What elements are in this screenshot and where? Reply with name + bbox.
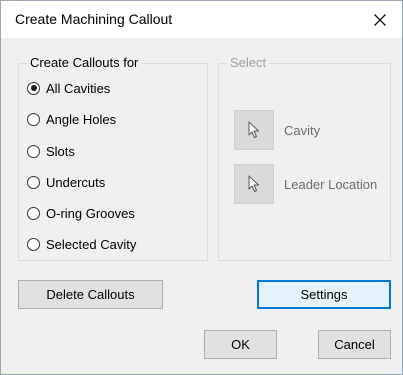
radio-label-angle-holes: Angle Holes xyxy=(46,111,117,127)
pick-cavity-label: Cavity xyxy=(284,122,321,138)
pick-cavity-button[interactable] xyxy=(234,110,274,150)
radio-label-undercuts: Undercuts xyxy=(46,174,106,190)
radio-label-o-ring-grooves: O-ring Grooves xyxy=(46,205,135,221)
radio-undercuts[interactable]: Undercuts xyxy=(27,172,105,192)
radio-button[interactable] xyxy=(27,237,40,251)
select-legend: Select xyxy=(227,55,270,71)
dialog-title: Create Machining Callout xyxy=(15,11,173,27)
radio-o-ring-grooves[interactable]: O-ring Grooves xyxy=(27,203,135,223)
pick-leader-location-button[interactable] xyxy=(234,164,274,204)
pick-leader-location-row: Leader Location xyxy=(234,164,377,204)
radio-label-slots: Slots xyxy=(46,143,75,159)
radio-angle-holes[interactable]: Angle Holes xyxy=(27,109,116,129)
ok-button[interactable]: OK xyxy=(204,330,277,359)
select-group: Select Cavity Leader Location xyxy=(218,55,391,261)
radio-slots[interactable]: Slots xyxy=(27,141,75,161)
radio-button[interactable] xyxy=(27,112,40,126)
settings-button[interactable]: Settings xyxy=(257,280,391,309)
delete-callouts-button[interactable]: Delete Callouts xyxy=(18,280,163,309)
create-callouts-group: Create Callouts for All Cavities Angle H… xyxy=(18,55,208,261)
create-callouts-legend: Create Callouts for xyxy=(27,55,142,71)
radio-label-selected-cavity: Selected Cavity xyxy=(46,236,137,252)
pick-leader-location-label: Leader Location xyxy=(284,176,378,192)
radio-selected-cavity[interactable]: Selected Cavity xyxy=(27,234,136,254)
radio-button-selected[interactable] xyxy=(27,81,40,95)
cancel-button[interactable]: Cancel xyxy=(318,330,391,359)
radio-button[interactable] xyxy=(27,175,40,189)
radio-button[interactable] xyxy=(27,144,40,158)
title-bar[interactable]: Create Machining Callout xyxy=(1,1,402,38)
pick-cavity-row: Cavity xyxy=(234,110,320,150)
radio-button[interactable] xyxy=(27,206,40,220)
radio-label-all-cavities: All Cavities xyxy=(46,80,111,96)
radio-all-cavities[interactable]: All Cavities xyxy=(27,78,110,98)
close-button[interactable] xyxy=(358,1,402,38)
close-icon xyxy=(374,13,386,26)
pointer-icon xyxy=(248,121,259,138)
pointer-icon xyxy=(248,175,259,192)
create-machining-callout-dialog: Create Machining Callout Create Callouts… xyxy=(0,0,403,375)
